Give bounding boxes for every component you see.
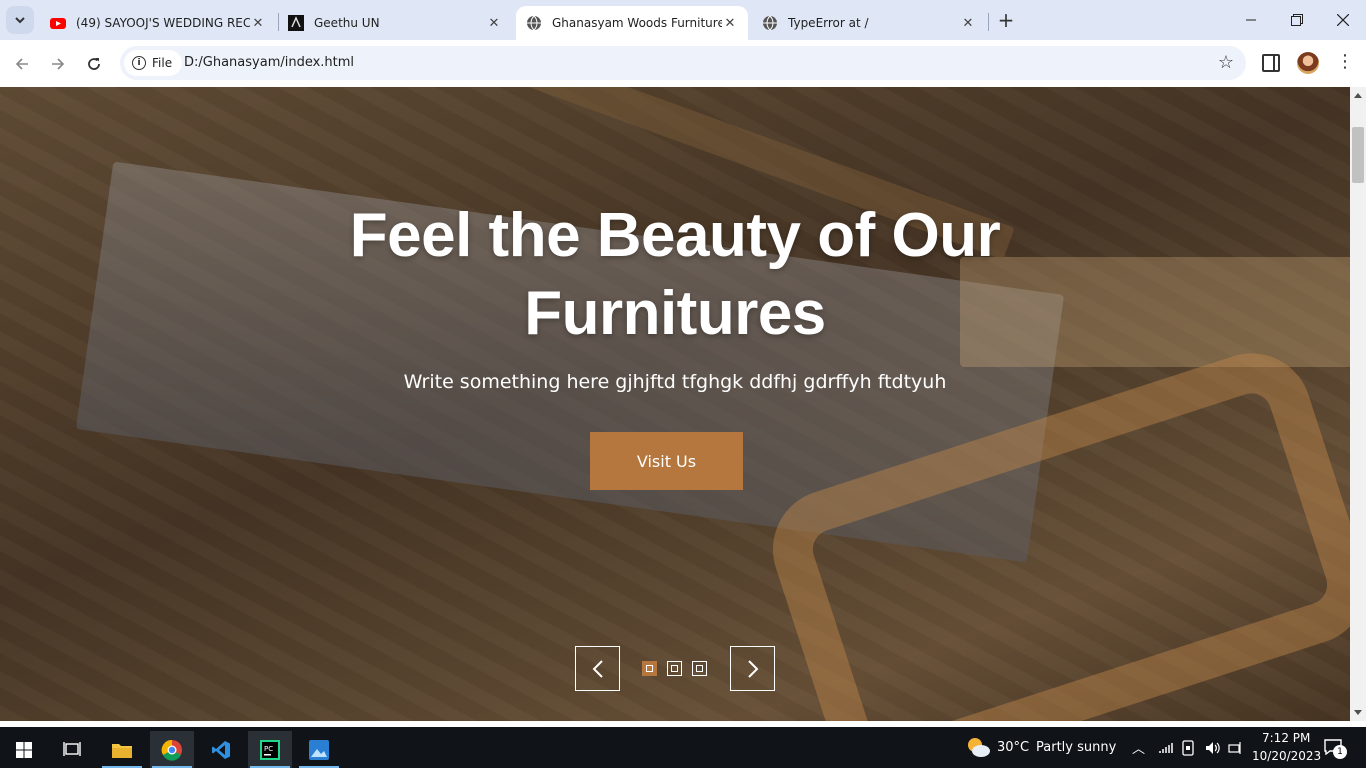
side-panel-icon[interactable]: [1262, 54, 1280, 72]
carousel-dot-3[interactable]: [692, 661, 707, 676]
reload-icon: [88, 58, 100, 70]
notification-center-button[interactable]: 1: [1324, 739, 1347, 759]
chevron-down-icon: [15, 17, 25, 24]
tab-title: (49) SAYOOJ'S WEDDING RECE: [76, 16, 250, 30]
restore-button[interactable]: [1274, 0, 1320, 40]
close-tab-icon[interactable]: ✕: [486, 15, 502, 31]
close-window-button[interactable]: [1320, 0, 1366, 40]
weather-desc: Partly sunny: [1036, 740, 1117, 755]
info-icon: i: [132, 56, 146, 70]
notification-badge: 1: [1333, 745, 1347, 759]
clock-time: 7:12 PM: [1262, 731, 1311, 745]
start-button[interactable]: [2, 731, 46, 768]
tab-title: Geethu UN: [314, 16, 380, 30]
carousel-dot-1[interactable]: [642, 661, 657, 676]
task-view-button[interactable]: [50, 731, 94, 768]
photos-icon: [309, 739, 329, 760]
new-tab-button[interactable]: +: [994, 8, 1018, 32]
chevron-left-icon: [592, 659, 603, 678]
tab-geethu[interactable]: Geethu UN ✕: [278, 6, 512, 40]
site-info-chip[interactable]: i File: [124, 50, 183, 76]
close-tab-icon[interactable]: ✕: [960, 15, 976, 31]
vscode-button[interactable]: [199, 731, 243, 768]
tab-separator: [988, 13, 989, 31]
url-text[interactable]: D:/Ghanasyam/index.html: [184, 55, 354, 70]
hero-subtitle: Write something here gjhjftd tfghgk ddfh…: [403, 371, 947, 393]
arrow-left-icon: [15, 58, 28, 70]
browser-toolbar: i File D:/Ghanasyam/index.html ☆ ⋮: [0, 40, 1366, 87]
partly-sunny-icon: [968, 738, 990, 757]
tab-title: TypeError at /: [788, 16, 869, 30]
address-bar[interactable]: i File D:/Ghanasyam/index.html ☆: [120, 46, 1246, 80]
carousel-prev-button[interactable]: [575, 646, 620, 691]
hero-carousel: Feel the Beauty of Our Furnitures Write …: [0, 87, 1350, 721]
tray-chevron-up-icon[interactable]: ︿: [1132, 738, 1145, 757]
carousel-dot-2[interactable]: [667, 661, 682, 676]
scrollbar-thumb[interactable]: [1352, 127, 1364, 183]
tab-title: Ghanasyam Woods Furniture &: [552, 16, 722, 30]
weather-temp: 30°C: [997, 740, 1030, 755]
close-tab-icon[interactable]: ✕: [250, 15, 266, 31]
network-icon[interactable]: [1159, 742, 1173, 754]
minimize-icon: [1246, 19, 1256, 21]
tab-bar: (49) SAYOOJ'S WEDDING RECE ✕ Geethu UN ✕…: [0, 0, 1366, 40]
clock-date: 10/20/2023: [1252, 749, 1322, 763]
ime-icon[interactable]: [1228, 741, 1244, 755]
chrome-button[interactable]: [150, 731, 194, 768]
folder-icon: [112, 743, 132, 758]
scroll-down-icon[interactable]: [1354, 710, 1362, 715]
task-view-icon: [63, 741, 81, 756]
close-icon: [1337, 14, 1349, 26]
site-icon: [288, 15, 304, 31]
close-tab-icon[interactable]: ✕: [722, 15, 738, 31]
restore-icon: [1291, 14, 1303, 26]
carousel-next-button[interactable]: [730, 646, 775, 691]
reload-button[interactable]: [80, 50, 108, 78]
browser-chrome: (49) SAYOOJ'S WEDDING RECE ✕ Geethu UN ✕…: [0, 0, 1366, 87]
tab-typeerror[interactable]: TypeError at / ✕: [752, 6, 986, 40]
chevron-right-icon: [747, 659, 758, 678]
globe-icon: [763, 15, 777, 31]
site-info-label: File: [152, 56, 173, 70]
photos-button[interactable]: [297, 731, 341, 768]
vscode-icon: [212, 740, 230, 759]
tab-search-button[interactable]: [6, 6, 34, 34]
windows-icon: [16, 741, 32, 758]
hero-title: Feel the Beauty of Our Furnitures: [0, 197, 1350, 353]
hero-title-line1: Feel the Beauty of Our: [349, 201, 1001, 270]
minimize-button[interactable]: [1228, 0, 1274, 40]
visit-us-button[interactable]: Visit Us: [590, 432, 743, 490]
tab-youtube[interactable]: (49) SAYOOJ'S WEDDING RECE ✕: [40, 6, 276, 40]
bookmark-star-icon[interactable]: ☆: [1218, 52, 1234, 73]
profile-avatar[interactable]: [1297, 52, 1319, 74]
file-explorer-button[interactable]: [100, 731, 144, 768]
pycharm-button[interactable]: PC: [248, 731, 292, 768]
back-button[interactable]: [8, 50, 36, 78]
arrow-right-icon: [52, 58, 65, 70]
page-scrollbar[interactable]: [1350, 87, 1366, 721]
globe-icon: [527, 15, 541, 31]
device-icon[interactable]: [1182, 740, 1194, 756]
volume-icon[interactable]: [1204, 740, 1220, 756]
menu-kebab-icon[interactable]: ⋮: [1336, 51, 1354, 72]
chrome-icon: [161, 739, 182, 761]
scroll-up-icon[interactable]: [1354, 93, 1362, 98]
youtube-icon: [50, 18, 66, 29]
hero-title-line2: Furnitures: [524, 279, 826, 348]
pycharm-icon: PC: [260, 739, 280, 760]
svg-text:PC: PC: [264, 745, 273, 753]
taskbar: PC 30°C Partly sunny ︿ 7:12 PM 10/20/202…: [0, 727, 1366, 768]
forward-button[interactable]: [44, 50, 72, 78]
tab-ghanasyam[interactable]: Ghanasyam Woods Furniture & ✕: [516, 6, 748, 40]
